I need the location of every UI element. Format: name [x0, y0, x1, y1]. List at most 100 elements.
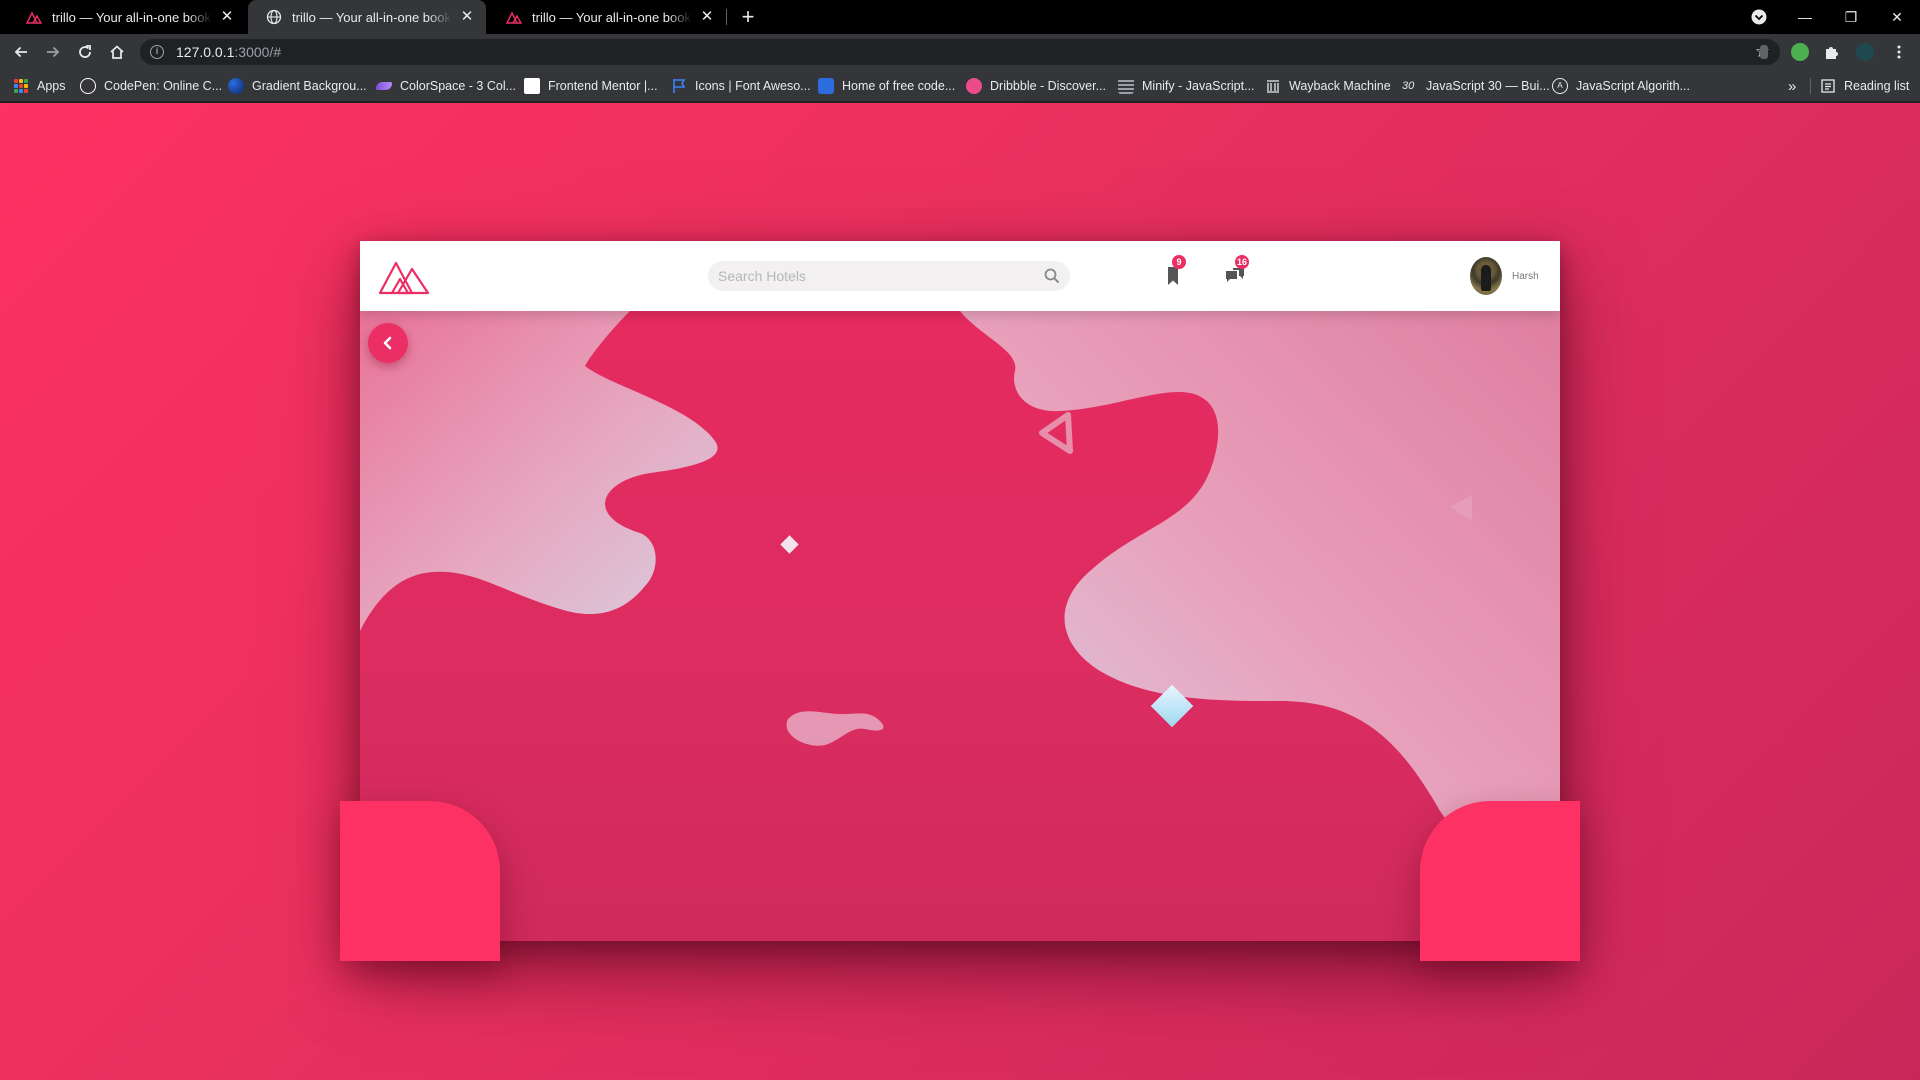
hero-illustration [360, 311, 1560, 941]
js-algorithms-icon: A [1552, 78, 1568, 94]
url-path: :3000/# [234, 44, 282, 60]
search-icon[interactable] [1044, 268, 1060, 284]
bookmark-label: Icons | Font Aweso... [695, 79, 811, 93]
search-input[interactable] [718, 268, 1018, 284]
extensions-puzzle-icon[interactable] [1823, 43, 1841, 61]
user-name: Harsh [1512, 270, 1539, 282]
avatar[interactable] [1470, 257, 1502, 295]
tab-close-icon[interactable]: ✕ [698, 8, 716, 26]
bookmark-label: Gradient Backgrou... [252, 79, 367, 93]
trillo-logo-icon [26, 11, 42, 24]
bookmark-js-algorithms[interactable]: A JavaScript Algorith... [1552, 70, 1690, 102]
trillo-logo-icon[interactable] [378, 257, 430, 295]
minimize-button[interactable]: — [1782, 0, 1828, 34]
url-host: 127.0.0.1 [176, 44, 235, 60]
close-window-button[interactable]: ✕ [1874, 0, 1920, 34]
flag-icon [673, 79, 686, 93]
forward-nav-button[interactable] [40, 39, 66, 65]
bookmarks-button[interactable]: 9 [1158, 255, 1188, 291]
gradient-icon [228, 78, 244, 94]
triangle-outline-large [1039, 412, 1073, 454]
bookmark-label: JavaScript 30 — Bui... [1426, 79, 1550, 93]
messages-button[interactable]: 16 [1220, 255, 1250, 291]
user-nav[interactable]: Harsh [1470, 256, 1539, 296]
bookmark-apps[interactable]: Apps [14, 70, 66, 102]
bookmark-label: ColorSpace - 3 Col... [400, 79, 517, 93]
reload-icon [79, 45, 91, 58]
home-icon [110, 45, 124, 59]
bookmark-label: Home of free code... [842, 79, 956, 93]
frontend-mentor-icon [524, 78, 540, 94]
page-viewport: 9 16 Harsh [0, 103, 1920, 1080]
profile-avatar[interactable] [1856, 43, 1874, 61]
chat-count-badge: 16 [1235, 255, 1250, 269]
tab-close-icon[interactable]: ✕ [218, 8, 236, 26]
browser-tab-3[interactable]: trillo — Your all-in-one booking app ✕ [488, 0, 726, 34]
app-header: 9 16 Harsh [360, 241, 1560, 311]
tab-title: trillo — Your all-in-one booking app [52, 9, 212, 25]
tab-close-icon[interactable]: ✕ [458, 8, 476, 26]
search-bar [708, 261, 1070, 291]
colorspace-icon [376, 82, 392, 90]
arrow-right-icon [47, 46, 60, 58]
chevron-left-icon [383, 336, 392, 350]
bookmark-colorspace[interactable]: ColorSpace - 3 Col... [376, 70, 516, 102]
bookmark-codepen[interactable]: CodePen: Online C... [80, 70, 222, 102]
decorative-corner-right [1420, 801, 1580, 961]
apps-grid-icon [14, 79, 28, 93]
reading-list-icon [1821, 79, 1835, 93]
tab-separator [726, 9, 727, 25]
bookmark-label: Wayback Machine [1289, 79, 1391, 93]
bookmarks-divider [1810, 78, 1811, 94]
kebab-menu-icon [1897, 45, 1901, 59]
freecodecamp-icon [818, 78, 834, 94]
decorative-corner-left [340, 801, 500, 961]
extension-dropper-icon[interactable] [1760, 45, 1768, 59]
bookmark-label: CodePen: Online C... [104, 79, 223, 93]
address-bar[interactable]: i 127.0.0.1:3000/# ☆ [140, 39, 1780, 65]
browser-tab-1[interactable]: trillo — Your all-in-one booking app ✕ [8, 0, 246, 34]
extension-tree-icon[interactable] [1791, 43, 1809, 61]
trillo-logo-icon [506, 11, 522, 24]
bookmark-label: Minify - JavaScript... [1142, 79, 1255, 93]
bookmark-label: Apps [37, 79, 66, 93]
browser-tab-strip: trillo — Your all-in-one booking app ✕ t… [0, 0, 1920, 34]
browser-tab-2[interactable]: trillo — Your all-in-one booking app ✕ [248, 0, 486, 34]
bookmarks-overflow-button[interactable]: » [1788, 70, 1796, 102]
diamond-small [780, 535, 799, 554]
browser-toolbar: i 127.0.0.1:3000/# ☆ [0, 34, 1920, 70]
squiggle-shape [786, 711, 884, 746]
bookmark-dribbble[interactable]: Dribbble - Discover... [966, 70, 1106, 102]
bookmark-freecodecamp[interactable]: Home of free code... [818, 70, 955, 102]
new-tab-button[interactable]: + [736, 5, 760, 29]
bookmark-minify[interactable]: Minify - JavaScript... [1118, 70, 1255, 102]
js30-icon: 30 [1402, 80, 1415, 92]
url-text: 127.0.0.1:3000/# [176, 44, 281, 60]
home-button[interactable] [104, 39, 130, 65]
bookmark-js30[interactable]: 30 JavaScript 30 — Bui... [1402, 70, 1550, 102]
bookmark-frontend-mentor[interactable]: Frontend Mentor |... [524, 70, 658, 102]
back-nav-button[interactable] [8, 39, 34, 65]
left-wave-shape [360, 311, 718, 631]
bookmark-font-awesome[interactable]: Icons | Font Aweso... [671, 70, 811, 102]
bookmark-label: JavaScript Algorith... [1576, 79, 1690, 93]
wave-background [360, 311, 1560, 896]
restore-button[interactable]: ❐ [1828, 0, 1874, 34]
bookmark-wayback[interactable]: Wayback Machine [1265, 70, 1391, 102]
bookmark-count-badge: 9 [1172, 255, 1186, 269]
app-card: 9 16 Harsh [340, 241, 1580, 961]
bookmark-gradient[interactable]: Gradient Backgrou... [228, 70, 367, 102]
globe-icon [266, 9, 282, 25]
wayback-icon [1267, 80, 1279, 93]
site-info-icon[interactable]: i [150, 45, 164, 59]
profile-menu-button[interactable] [1736, 0, 1782, 34]
puzzle-icon [1826, 47, 1838, 59]
reload-button[interactable] [72, 39, 98, 65]
arrow-left-icon [14, 46, 27, 58]
codepen-icon [80, 78, 96, 94]
reading-list-label: Reading list [1844, 79, 1910, 93]
back-button[interactable] [368, 323, 408, 363]
browser-menu-button[interactable] [1886, 39, 1912, 65]
bookmarks-bar: Apps CodePen: Online C... Gradient Backg… [0, 70, 1920, 102]
reading-list-button[interactable]: Reading list [1820, 70, 1909, 102]
